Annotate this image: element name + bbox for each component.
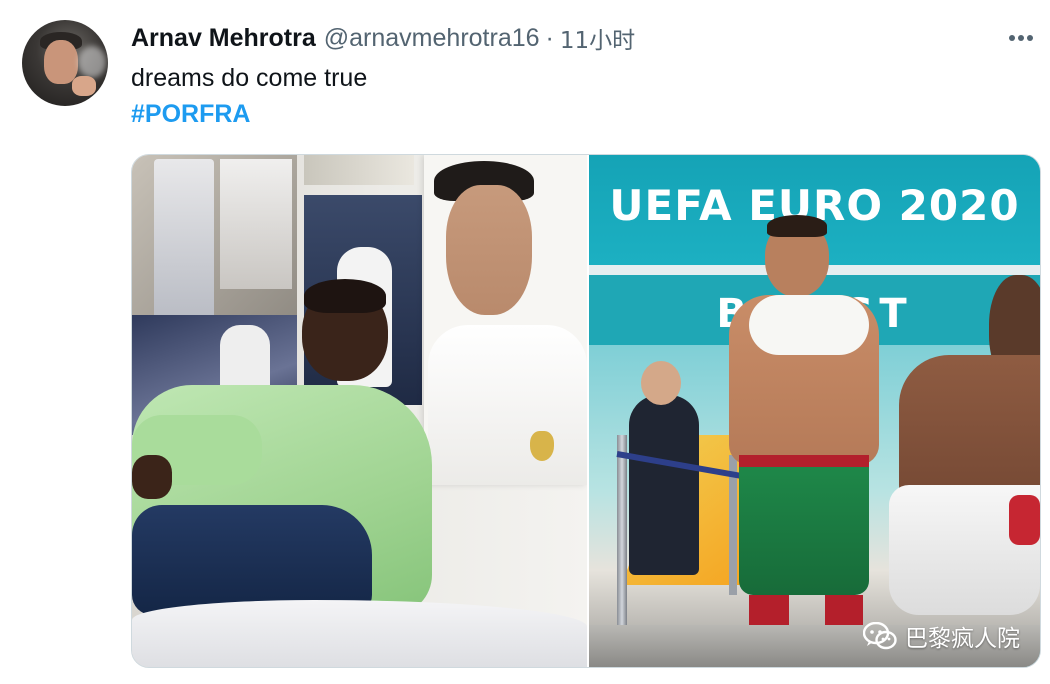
towel [749,295,869,355]
bedsheet [132,600,587,667]
watermark: 巴黎疯人院 [863,619,1020,653]
more-horizontal-icon [1009,35,1033,41]
red-shirt [1009,495,1040,545]
jeans [132,505,372,615]
poster [304,155,414,185]
more-options-button[interactable] [1006,26,1036,50]
watermark-text: 巴黎疯人院 [905,626,1020,652]
avatar[interactable] [22,20,108,106]
user-handle[interactable]: @arnavmehrotra16 [324,24,540,53]
boy-hair [304,279,386,313]
media-photo-right[interactable]: UEFA EURO 2020 BU EST [589,155,1040,667]
avatar-smoke [78,46,106,78]
official-figure [629,395,699,575]
poster-face [446,185,532,315]
avatar-face [44,40,78,84]
tweet-text: dreams do come true [131,64,368,92]
avatar-hand [72,76,96,96]
display-name[interactable]: Arnav Mehrotra [131,24,316,53]
poster-figure [154,159,214,319]
separator-dot: · [545,23,554,52]
timestamp[interactable]: 11小时 [560,21,635,55]
official-head [641,361,681,405]
media-grid: UEFA EURO 2020 BU EST [131,154,1041,668]
tweet-header: Arnav Mehrotra @arnavmehrotra16 · 11小时 [131,21,635,55]
poster-figure [220,159,292,289]
poster-shirt [428,325,587,485]
wechat-icon [863,622,897,650]
hashtag-link[interactable]: #PORFRA [131,98,250,130]
boy-hand [132,455,172,499]
crest-icon [530,431,554,461]
player-hair [767,215,827,237]
media-photo-left[interactable] [132,155,587,667]
waistband [739,455,869,467]
green-shorts [739,455,869,595]
